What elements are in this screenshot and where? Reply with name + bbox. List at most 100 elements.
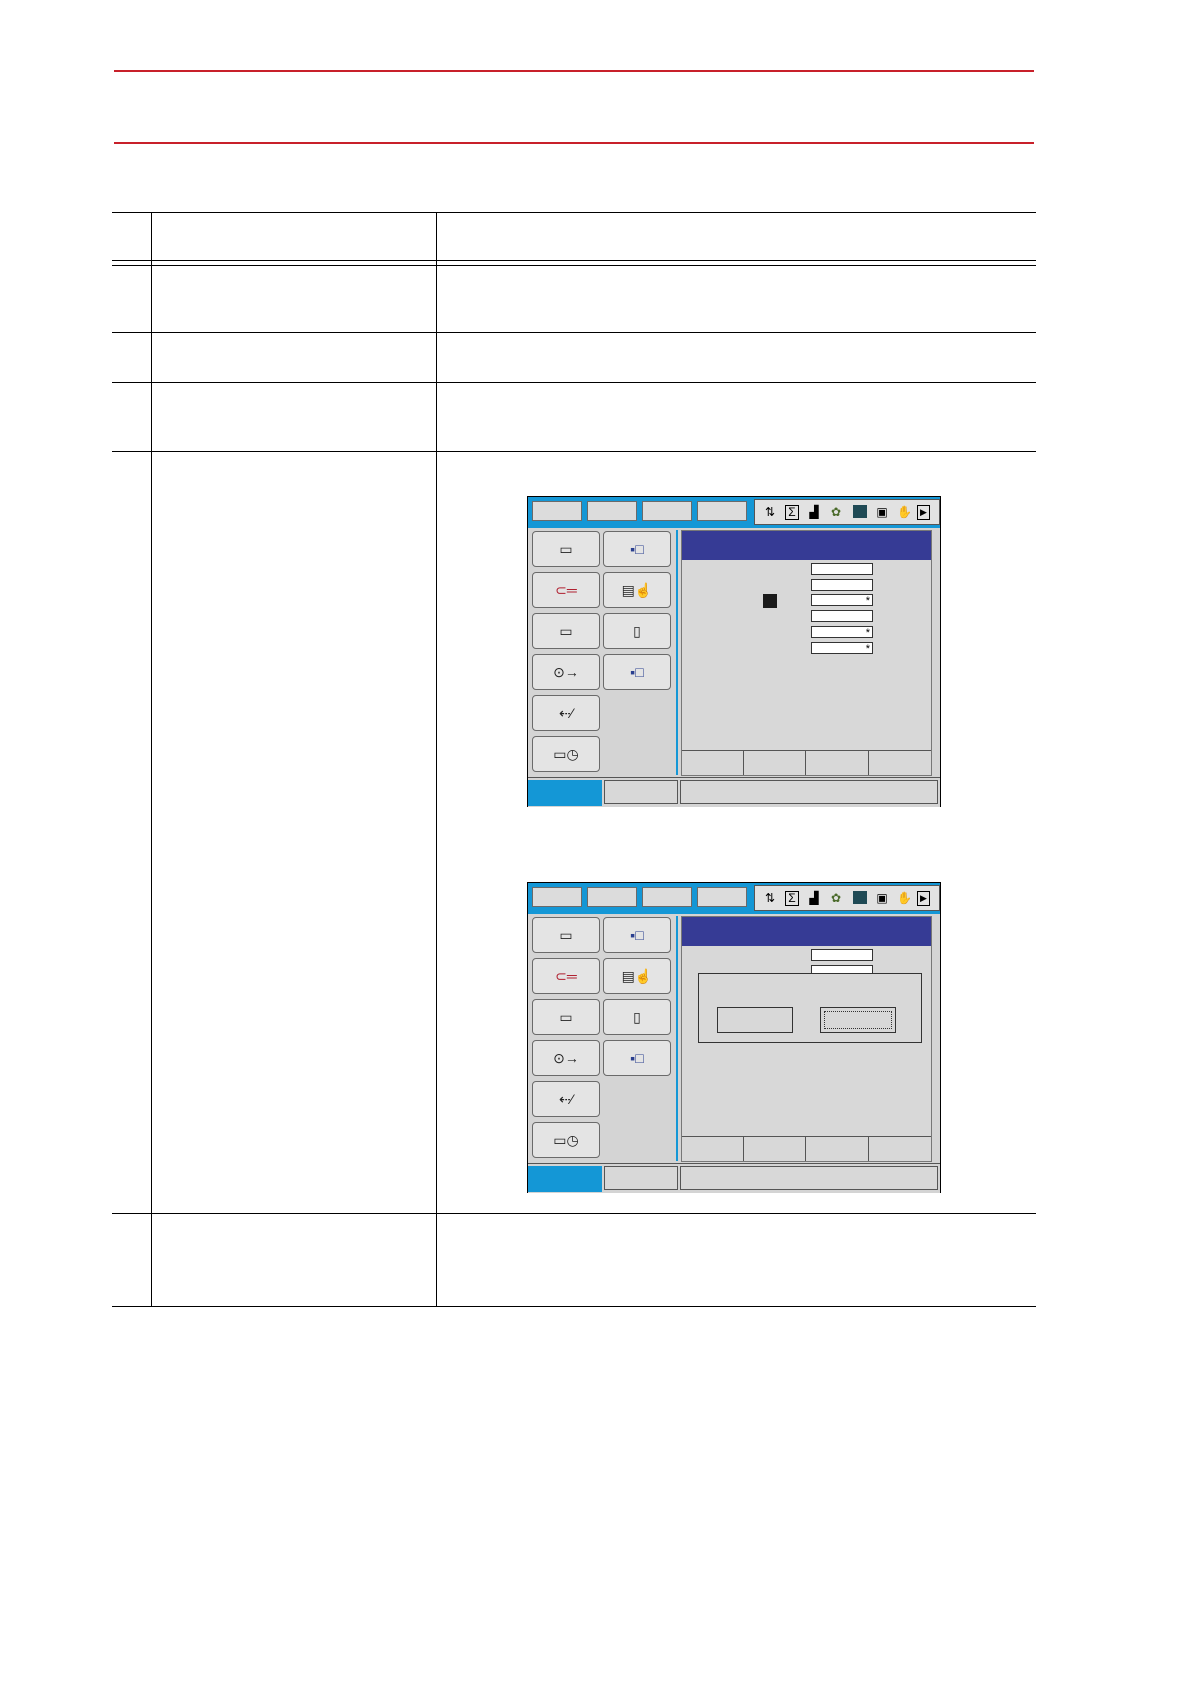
table-rule: [112, 451, 1036, 452]
main-display-area: *: [681, 916, 932, 1162]
play-icon: ▶: [917, 505, 930, 520]
menu-file-button[interactable]: ▪□: [603, 531, 671, 567]
menu-tab[interactable]: [697, 887, 747, 907]
job-icon: Σ: [785, 505, 799, 520]
table-column-rule: [151, 212, 152, 1306]
main-menu-tab[interactable]: [528, 780, 602, 806]
hand-icon: ✋: [897, 505, 912, 519]
value-field[interactable]: [811, 579, 873, 591]
status-icon-strip: ⇅ Σ ▟ ✿ ▣ ✋ ▶: [754, 499, 940, 525]
servo-icon: [853, 505, 867, 518]
signal-icon: ▟: [809, 891, 819, 905]
in-out-icon: ⊙→: [553, 664, 579, 680]
main-menu-panel: ▭ ▪□ ⊂═ ▤☝ ▭ ▯ ⊙→ ▪□ ⇠⁄ ▭◷: [530, 916, 678, 1161]
function-key[interactable]: [682, 751, 744, 775]
value-field[interactable]: [811, 563, 873, 575]
screen-title-bar: [682, 917, 931, 946]
value-field[interactable]: [811, 610, 873, 622]
dialog-no-button[interactable]: [820, 1007, 896, 1033]
table-rule: [112, 332, 1036, 333]
function-key[interactable]: [869, 751, 931, 775]
value-field[interactable]: *: [811, 594, 873, 607]
menu-in-out-button[interactable]: ⊙→: [532, 654, 600, 690]
function-key[interactable]: [682, 1137, 744, 1161]
play-icon: ▶: [917, 891, 930, 906]
screen-body: ▭ ▪□ ⊂═ ▤☝ ▭ ▯ ⊙→ ▪□ ⇠⁄ ▭◷ * * *: [528, 527, 940, 777]
menu-arc-welding-button[interactable]: ⊂═: [532, 958, 600, 994]
menu-setup-button[interactable]: ▯: [603, 999, 671, 1035]
table-rule: [112, 265, 1036, 266]
robot-icon: ⇠⁄: [558, 705, 574, 721]
signal-icon: ▟: [809, 505, 819, 519]
menu-camera-button[interactable]: ▪□: [603, 654, 671, 690]
main-menu-panel: ▭ ▪□ ⊂═ ▤☝ ▭ ▯ ⊙→ ▪□ ⇠⁄ ▭◷: [530, 530, 678, 775]
menu-robot-button[interactable]: ⇠⁄: [532, 1081, 600, 1117]
screen-body: ▭ ▪□ ⊂═ ▤☝ ▭ ▯ ⊙→ ▪□ ⇠⁄ ▭◷ *: [528, 913, 940, 1163]
menu-arc-welding-button[interactable]: ⊂═: [532, 572, 600, 608]
job-icon: Σ: [785, 891, 799, 906]
menu-robot-button[interactable]: ⇠⁄: [532, 695, 600, 731]
display-setup-icon: ▤☝: [621, 968, 653, 984]
menu-tab[interactable]: [642, 501, 692, 521]
coordination-icon: ✿: [830, 505, 842, 519]
menu-camera-button[interactable]: ▪□: [603, 1040, 671, 1076]
table-rule: [112, 1306, 1036, 1307]
value-field[interactable]: *: [811, 626, 873, 639]
main-display-area: * * *: [681, 530, 932, 776]
display-setup-icon: ▤☝: [621, 582, 653, 598]
function-key[interactable]: [806, 751, 869, 775]
focus-outline: [824, 1011, 892, 1029]
pendant-screen-a: ⇅ Σ ▟ ✿ ▣ ✋ ▶ ▭ ▪□ ⊂═ ▤☝ ▭ ▯ ⊙→ ▪□ ⇠⁄ ▭◷: [527, 496, 941, 807]
menu-variable-button[interactable]: ▭: [532, 613, 600, 649]
table-column-rule: [436, 212, 437, 1306]
table-rule: [112, 382, 1036, 383]
menu-in-out-button[interactable]: ⊙→: [532, 1040, 600, 1076]
menu-system-info-button[interactable]: ▭◷: [532, 736, 600, 772]
function-key[interactable]: [806, 1137, 869, 1161]
message-line: [680, 780, 938, 804]
file-icon: ▪□: [630, 541, 644, 557]
menu-system-info-button[interactable]: ▭◷: [532, 1122, 600, 1158]
menu-tab[interactable]: [587, 887, 637, 907]
camera-icon: ▪□: [630, 1050, 644, 1066]
menu-variable-button[interactable]: ▭: [532, 999, 600, 1035]
job-icon: ▭: [559, 927, 573, 943]
setup-icon: ▯: [633, 623, 641, 639]
menu-file-button[interactable]: ▪□: [603, 917, 671, 953]
table-rule: [112, 1213, 1036, 1214]
menu-tab[interactable]: [642, 887, 692, 907]
menu-tab[interactable]: [532, 887, 582, 907]
header-rule-top: [114, 70, 1034, 72]
simple-menu-tab[interactable]: [604, 780, 678, 804]
function-key-bar: [682, 750, 931, 775]
value-field[interactable]: [811, 949, 873, 961]
variable-icon: ▭: [559, 623, 573, 639]
variable-icon: ▭: [559, 1009, 573, 1025]
menu-display-setup-button[interactable]: ▤☝: [603, 572, 671, 608]
top-bar: ⇅ Σ ▟ ✿ ▣ ✋ ▶: [528, 883, 940, 913]
menu-tab[interactable]: [587, 501, 637, 521]
menu-tab[interactable]: [532, 501, 582, 521]
bottom-bar: [528, 1163, 940, 1193]
screen-title-bar: [682, 531, 931, 560]
axis-icon: ⇅: [764, 891, 776, 905]
dialog-yes-button[interactable]: [717, 1007, 793, 1033]
menu-tab[interactable]: [697, 501, 747, 521]
selection-marker: [763, 594, 777, 608]
menu-display-setup-button[interactable]: ▤☝: [603, 958, 671, 994]
function-key[interactable]: [744, 1137, 806, 1161]
function-key[interactable]: [869, 1137, 931, 1161]
bottom-bar: [528, 777, 940, 807]
top-bar: ⇅ Σ ▟ ✿ ▣ ✋ ▶: [528, 497, 940, 527]
function-key[interactable]: [744, 751, 806, 775]
arc-welding-icon: ⊂═: [555, 968, 577, 984]
status-icon-strip: ⇅ Σ ▟ ✿ ▣ ✋ ▶: [754, 885, 940, 911]
main-menu-tab[interactable]: [528, 1166, 602, 1192]
coordination-icon: ✿: [830, 891, 842, 905]
menu-job-button[interactable]: ▭: [532, 531, 600, 567]
menu-job-button[interactable]: ▭: [532, 917, 600, 953]
robot-icon: ⇠⁄: [558, 1091, 574, 1107]
value-field[interactable]: *: [811, 642, 873, 655]
menu-setup-button[interactable]: ▯: [603, 613, 671, 649]
simple-menu-tab[interactable]: [604, 1166, 678, 1190]
